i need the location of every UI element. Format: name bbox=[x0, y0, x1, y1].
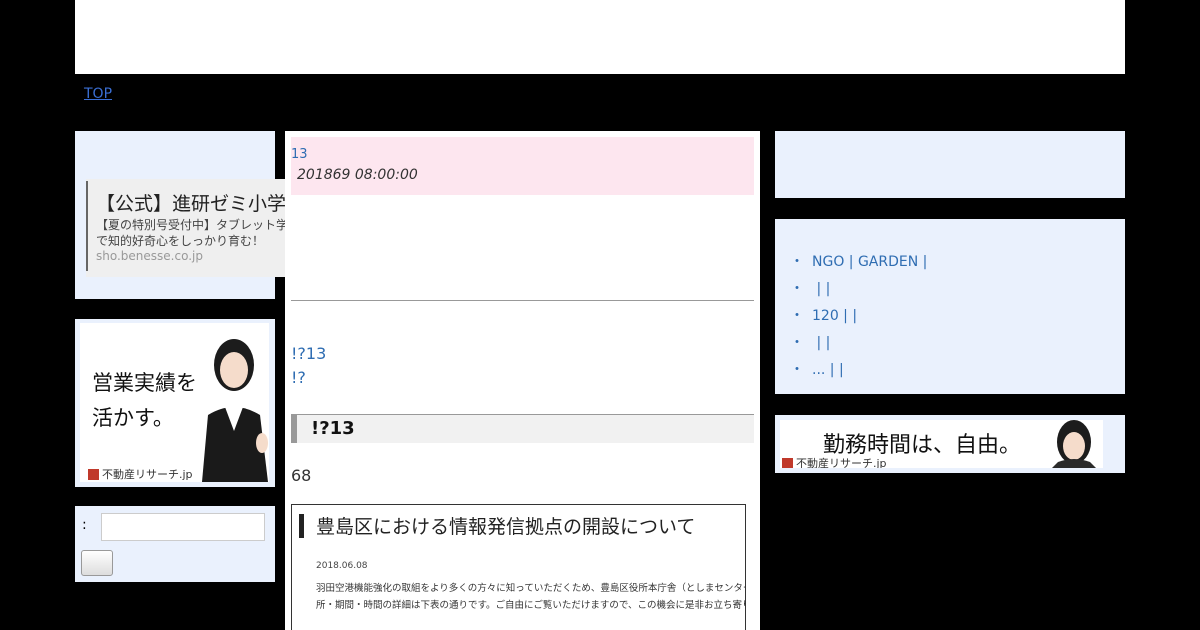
search-button[interactable] bbox=[81, 550, 113, 576]
recent-post-link[interactable]: | | bbox=[812, 281, 830, 297]
count-text: 68 bbox=[291, 466, 312, 485]
search-label: : bbox=[82, 517, 87, 533]
banner-left-logo: 不動産リサーチ.jp bbox=[88, 466, 193, 482]
article-screenshot-image: 豊島区における情報発信拠点の開設について 2018.06.08 羽田空港機能強化… bbox=[291, 504, 746, 630]
list-item[interactable]: ・ NGO | GARDEN | bbox=[790, 253, 927, 280]
banner-left-logo-text: 不動産リサーチ.jp bbox=[102, 468, 193, 481]
right-banner-ad[interactable]: 勤務時間は、自由。 不動産リサーチ.jp bbox=[780, 420, 1103, 468]
bullet: ・ bbox=[790, 254, 804, 270]
banner-right-logo-text: 不動産リサーチ.jp bbox=[796, 457, 887, 468]
search-input[interactable] bbox=[101, 513, 265, 541]
recent-posts-list: ・ NGO | GARDEN | ・ | | ・ 120 | | ・ | | ・..… bbox=[790, 253, 927, 388]
screenshot-line-1: 羽田空港機能強化の取組をより多くの方々に知っていただくため、豊島区役所本庁舎（と… bbox=[316, 583, 745, 594]
banner-left-line1: 営業実績を bbox=[92, 371, 197, 395]
post-date: 201869 08:00:00 bbox=[297, 167, 418, 183]
banner-right-logo: 不動産リサーチ.jp bbox=[782, 455, 887, 468]
left-banner-container: 営業実績を 活かす。 不動産リサーチ.jp bbox=[75, 319, 275, 487]
left-banner-ad[interactable]: 営業実績を 活かす。 不動産リサーチ.jp bbox=[80, 323, 269, 482]
post-number[interactable]: 13 bbox=[291, 147, 308, 162]
search-box: : bbox=[75, 506, 275, 582]
recent-post-link[interactable]: NGO | GARDEN | bbox=[812, 254, 927, 270]
post-header: 13 201869 08:00:00 bbox=[291, 137, 754, 195]
woman-portrait-image bbox=[202, 339, 268, 482]
intro-line-2[interactable]: !? bbox=[291, 368, 306, 387]
screenshot-title: 豊島区における情報発信拠点の開設について bbox=[316, 516, 696, 538]
divider bbox=[291, 300, 754, 301]
section-heading: !?13 bbox=[291, 414, 754, 443]
site-header bbox=[75, 0, 1125, 74]
bullet: ・ bbox=[790, 335, 804, 351]
right-banner-container: 勤務時間は、自由。 不動産リサーチ.jp bbox=[775, 415, 1125, 473]
screenshot-date: 2018.06.08 bbox=[316, 561, 368, 571]
screenshot-title-bar bbox=[299, 514, 304, 538]
ad-domain: sho.benesse.co.jp bbox=[96, 249, 203, 263]
bullet: ・ bbox=[790, 362, 804, 378]
recent-post-link[interactable]: 120 | | bbox=[812, 308, 857, 324]
intro-line-1[interactable]: !?13 bbox=[291, 344, 326, 363]
recent-post-link[interactable]: | | bbox=[812, 335, 830, 351]
right-sidebar-box bbox=[775, 131, 1125, 198]
bullet: ・ bbox=[790, 308, 804, 324]
recent-post-link[interactable]: ... | | bbox=[812, 362, 844, 378]
logo-icon bbox=[88, 468, 99, 480]
ad-accent-bar bbox=[86, 181, 88, 271]
bullet: ・ bbox=[790, 281, 804, 297]
list-item[interactable]: ・ | | bbox=[790, 280, 927, 307]
section-title: !?13 bbox=[311, 418, 355, 439]
main-content: 13 201869 08:00:00 !?13 !? !?13 68 豊島区にお… bbox=[285, 131, 760, 630]
top-link[interactable]: TOP bbox=[84, 86, 146, 102]
woman-portrait-image bbox=[1052, 420, 1096, 468]
list-item[interactable]: ・ 120 | | bbox=[790, 307, 927, 334]
recent-posts-box: ・ NGO | GARDEN | ・ | | ・ 120 | | ・ | | ・..… bbox=[775, 219, 1125, 394]
list-item[interactable]: ・ | | bbox=[790, 334, 927, 361]
banner-left-line2: 活かす。 bbox=[92, 406, 174, 430]
logo-icon bbox=[782, 457, 793, 468]
screenshot-line-2: 所・期間・時間の詳細は下表の通りです。ご自由にご覧いただけますので、この機会に是… bbox=[316, 600, 745, 611]
list-item[interactable]: ・ ... | | bbox=[790, 361, 927, 388]
